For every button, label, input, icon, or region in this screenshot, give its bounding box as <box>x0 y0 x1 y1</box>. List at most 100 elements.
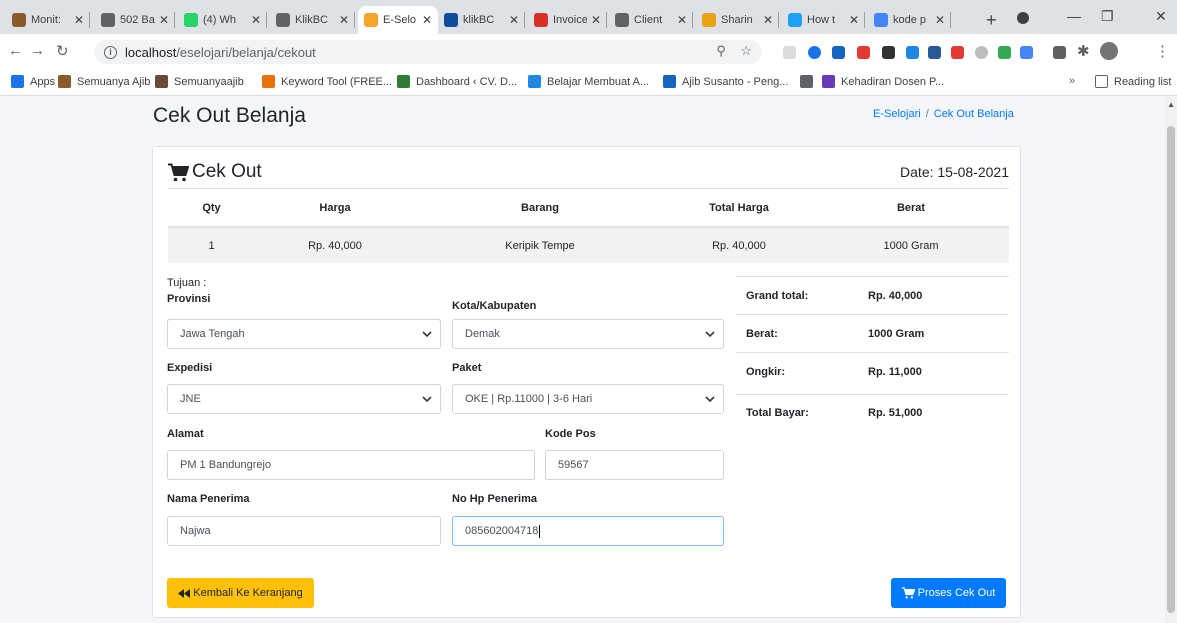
chevron-down-icon <box>422 396 432 403</box>
extension-cap-icon[interactable] <box>832 46 845 59</box>
extension-drive-icon[interactable] <box>998 46 1011 59</box>
bookmark-item[interactable]: Dashboard ‹ CV. D... <box>397 75 517 88</box>
col-qty: Qty <box>168 189 255 228</box>
total-bayar-value: Rp. 51,000 <box>868 407 923 419</box>
col-berat: Berat <box>813 189 1009 228</box>
scroll-up-arrow-icon[interactable]: ▲ <box>1167 100 1175 109</box>
hp-penerima-value: 085602004718 <box>465 525 539 537</box>
back-to-cart-label: Kembali Ke Keranjang <box>193 587 303 599</box>
menu-kebab-icon[interactable]: ⋮ <box>1155 42 1170 60</box>
process-checkout-button[interactable]: Proses Cek Out <box>891 578 1006 608</box>
browser-tab[interactable]: Client ✕ <box>609 6 693 34</box>
breadcrumb: E-Selojari / Cek Out Belanja <box>873 108 1014 120</box>
extension-blue-icon[interactable] <box>906 46 919 59</box>
extension-red-icon[interactable] <box>857 46 870 59</box>
globe-favicon <box>800 75 813 88</box>
browser-tab[interactable]: Monit: ✕ <box>6 6 90 34</box>
person-favicon <box>58 75 71 88</box>
kota-label: Kota/Kabupaten <box>452 300 537 312</box>
minimize-icon[interactable]: — <box>1067 8 1081 24</box>
new-tab-button[interactable]: + <box>986 10 997 31</box>
kodepos-input[interactable]: 59567 <box>545 450 724 480</box>
browser-tab-title: Client <box>634 14 663 26</box>
paket-select[interactable]: OKE | Rp.11000 | 3-6 Hari <box>452 384 724 414</box>
close-tab-icon[interactable]: ✕ <box>849 13 859 27</box>
browser-tab-title: klikBC <box>463 14 495 26</box>
site-info-icon[interactable]: i <box>104 45 117 59</box>
close-tab-icon[interactable]: ✕ <box>591 13 601 27</box>
browser-tab[interactable]: klikBC ✕ <box>438 6 525 34</box>
gmail-favicon <box>534 13 548 27</box>
bookmark-label: Ajib Susanto - Peng... <box>682 75 789 88</box>
apps-grid-icon <box>11 75 24 88</box>
browser-tab-title: E-Selo <box>383 14 417 26</box>
close-tab-icon[interactable]: ✕ <box>763 13 773 27</box>
expedisi-select[interactable]: JNE <box>167 384 441 414</box>
person-favicon <box>12 13 26 27</box>
profile-icon[interactable] <box>1017 12 1029 24</box>
extension-bolt-icon[interactable] <box>882 46 895 59</box>
summary-ongkir: Ongkir: Rp. 11,000 <box>736 352 1009 394</box>
extension-doc-icon[interactable] <box>783 46 796 59</box>
browser-tab[interactable]: Sharin ✕ <box>696 6 779 34</box>
bookmarks-bar: Apps Semuanya Ajib Semuanyaajib Keyword Too… <box>0 70 1177 96</box>
hp-penerima-input[interactable]: 085602004718 <box>452 516 724 546</box>
browser-tab-title: 502 Ba <box>120 14 155 26</box>
browser-tab[interactable]: kode p ✕ <box>868 6 951 34</box>
belajar-favicon <box>528 75 541 88</box>
restore-icon[interactable]: ❐ <box>1101 8 1114 25</box>
bookmark-item[interactable] <box>800 75 819 88</box>
address-bar[interactable]: i localhost/eselojari/belanja/cekout ⚲ ☆ <box>94 40 762 64</box>
extension-w-icon[interactable] <box>928 46 941 59</box>
close-window-icon[interactable]: ✕ <box>1155 8 1167 25</box>
browser-tab-title: Monit: <box>31 14 61 26</box>
extension-circle-icon[interactable] <box>975 46 988 59</box>
bookmark-item[interactable]: Keyword Tool (FREE... <box>262 75 392 88</box>
close-tab-icon[interactable]: ✕ <box>74 13 84 27</box>
breadcrumb-home-link[interactable]: E-Selojari <box>873 108 921 120</box>
nama-penerima-input[interactable]: Najwa <box>167 516 441 546</box>
bookmark-item[interactable]: Ajib Susanto - Peng... <box>663 75 788 88</box>
extension-at-icon[interactable] <box>808 46 821 59</box>
bookmark-item[interactable]: Kehadiran Dosen P... <box>822 75 944 88</box>
bookmark-item[interactable]: Semuanya Ajib <box>58 75 150 88</box>
reading-list-button[interactable]: Reading list <box>1095 75 1171 88</box>
scrollbar-thumb[interactable] <box>1167 126 1175 613</box>
chevron-down-icon <box>705 331 715 338</box>
extension-pdf-icon[interactable] <box>951 46 964 59</box>
tujuan-label: Tujuan : <box>167 277 207 289</box>
zoom-icon[interactable]: ⚲ <box>716 43 726 58</box>
close-tab-icon[interactable]: ✕ <box>159 13 169 27</box>
close-tab-icon[interactable]: ✕ <box>677 13 687 27</box>
provinsi-select[interactable]: Jawa Tengah <box>167 319 441 349</box>
avatar[interactable] <box>1100 42 1118 60</box>
browser-tab[interactable]: KlikBC ✕ <box>270 6 355 34</box>
browser-tab[interactable]: 502 Ba ✕ <box>95 6 175 34</box>
browser-tab[interactable]: Invoice ✕ <box>528 6 607 34</box>
ongkir-value: Rp. 11,000 <box>868 366 922 378</box>
bookmark-item[interactable]: Semuanyaajib <box>155 75 244 88</box>
kota-select[interactable]: Demak <box>452 319 724 349</box>
close-tab-icon[interactable]: ✕ <box>339 13 349 27</box>
extension-pen-icon[interactable] <box>1020 46 1033 59</box>
extension-gray-icon[interactable] <box>1053 46 1066 59</box>
back-arrow-icon[interactable]: ← <box>8 42 23 59</box>
globe-favicon <box>615 13 629 27</box>
close-tab-icon[interactable]: ✕ <box>422 13 432 27</box>
close-tab-icon[interactable]: ✕ <box>509 13 519 27</box>
browser-tab[interactable]: How t ✕ <box>782 6 865 34</box>
bookmark-item[interactable]: Belajar Membuat A... <box>528 75 649 88</box>
browser-tab[interactable]: (4) Wh ✕ <box>178 6 267 34</box>
bookmark-item[interactable]: Apps <box>11 75 55 88</box>
browser-tab[interactable]: E-Selo ✕ <box>358 6 438 34</box>
forward-arrow-icon[interactable]: → <box>30 42 45 59</box>
alamat-input[interactable]: PM 1 Bandungrejo <box>167 450 535 480</box>
checkout-date: Date: 15-08-2021 <box>900 164 1009 180</box>
close-tab-icon[interactable]: ✕ <box>935 13 945 27</box>
close-tab-icon[interactable]: ✕ <box>251 13 261 27</box>
back-to-cart-button[interactable]: Kembali Ke Keranjang <box>167 578 314 608</box>
bookmark-star-icon[interactable]: ☆ <box>740 43 752 58</box>
extensions-puzzle-icon[interactable]: ✱ <box>1077 42 1090 60</box>
reload-icon[interactable]: ↻ <box>56 42 69 60</box>
more-bookmarks-icon[interactable]: » <box>1069 75 1075 87</box>
